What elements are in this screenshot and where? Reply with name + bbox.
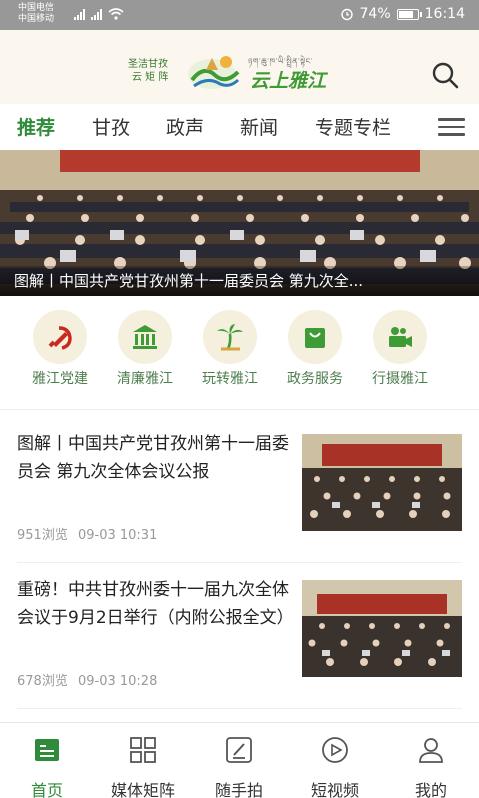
banner-caption: 图解丨中国共产党甘孜州第十一届委员会 第九次全... [0,266,479,296]
news-item[interactable]: 重磅！中共甘孜州委十一届九次全体会议于9月2日举行（内附公报全文） 678浏览 … [0,566,479,712]
quick-link-tourism[interactable]: 玩转雅江 [190,310,270,388]
nav-label: 首页 [30,781,63,798]
logo-mountain-icon [188,56,240,89]
view-count: 951浏览 [17,528,68,543]
news-thumbnail [302,434,462,531]
quick-link-party-building[interactable]: 雅江党建 [20,310,100,388]
nav-label: 媒体矩阵 [110,781,175,798]
nav-home[interactable]: 首页 [2,735,92,798]
publish-time: 09-03 10:28 [77,674,158,689]
bottom-navigation: 首页 媒体矩阵 随手拍 短视频 我的 [0,722,479,798]
carrier-1: 中国电信 [18,3,55,13]
quick-link-label: 玩转雅江 [202,371,258,387]
slogan-line-1: 圣洁甘孜 [128,59,168,70]
news-meta: 951浏览 09-03 10:31 [17,524,157,543]
palm-tree-icon [217,324,243,351]
quick-link-clean-government[interactable]: 清廉雅江 [105,310,185,388]
play-icon [322,737,348,763]
app-header: 圣洁甘孜 云 矩 阵 ཉག་ཆུ་ཁ་ཡི་སྤྲིན་སྟེང་ 云上雅江 [0,30,479,104]
tab-zhengsheng[interactable]: 政声 [166,113,204,140]
view-count: 678浏览 [17,674,68,689]
user-icon [419,738,443,763]
news-thumbnail [302,580,462,677]
section-divider [0,409,479,410]
app-title: 云上雅江 [250,70,327,92]
shopping-bag-icon [305,328,325,348]
signal-icon [74,8,124,20]
menu-icon[interactable] [438,118,465,136]
clock: 16:14 [424,6,465,22]
nav-media-matrix[interactable]: 媒体矩阵 [98,735,188,798]
news-meta: 678浏览 09-03 10:28 [17,670,157,689]
slogan-line-2: 云 矩 阵 [132,72,169,83]
carrier-2: 中国移动 [18,14,55,24]
quick-link-photography[interactable]: 行摄雅江 [360,310,440,388]
nav-snapshot[interactable]: 随手拍 [194,735,284,798]
category-tabs: 推荐 甘孜 政声 新闻 专题专栏 [0,104,479,148]
news-item[interactable]: 图解丨中国共产党甘孜州第十一届委员会 第九次全体会议公报 951浏览 09-03… [0,420,479,566]
party-emblem-icon [48,326,72,350]
grid-icon [130,737,156,763]
quick-link-gov-services[interactable]: 政务服务 [275,310,355,388]
nav-label: 短视频 [310,781,359,798]
quick-link-label: 清廉雅江 [117,371,173,387]
nav-mine[interactable]: 我的 [386,735,476,798]
building-icon [133,325,157,349]
edit-icon [226,737,252,763]
carrier-info: 中国电信 中国移动 [18,3,54,25]
alarm-icon [340,8,353,21]
tab-recommend[interactable]: 推荐 [17,113,55,140]
tab-special-topics[interactable]: 专题专栏 [315,113,391,140]
quick-link-label: 行摄雅江 [372,371,428,387]
status-bar: 中国电信 中国移动 74% 16:14 [0,0,479,30]
wifi-icon [108,8,124,20]
video-camera-icon [389,327,412,347]
battery-icon [396,8,422,20]
item-divider [17,708,462,709]
news-title: 重磅！中共甘孜州委十一届九次全体会议于9月2日举行（内附公报全文） [17,580,294,628]
quick-links: 雅江党建 清廉雅江 玩转雅江 政务服务 行摄雅江 [0,310,479,400]
news-title: 图解丨中国共产党甘孜州第十一届委员会 第九次全体会议公报 [17,434,289,482]
publish-time: 09-03 10:31 [77,528,158,543]
battery-percent: 74% [359,6,391,22]
nav-label: 随手拍 [214,781,263,798]
quick-link-label: 雅江党建 [32,371,88,387]
banner-carousel[interactable]: 图解丨中国共产党甘孜州第十一届委员会 第九次全... [0,150,479,296]
tab-ganzi[interactable]: 甘孜 [92,113,130,140]
slogan: 圣洁甘孜 云 矩 阵 [128,58,168,84]
nav-label: 我的 [414,781,447,798]
quick-link-label: 政务服务 [287,371,343,387]
nav-short-video[interactable]: 短视频 [290,735,380,798]
tab-news[interactable]: 新闻 [240,113,278,140]
search-icon[interactable] [431,61,459,89]
item-divider [17,562,462,563]
home-icon [35,739,59,761]
